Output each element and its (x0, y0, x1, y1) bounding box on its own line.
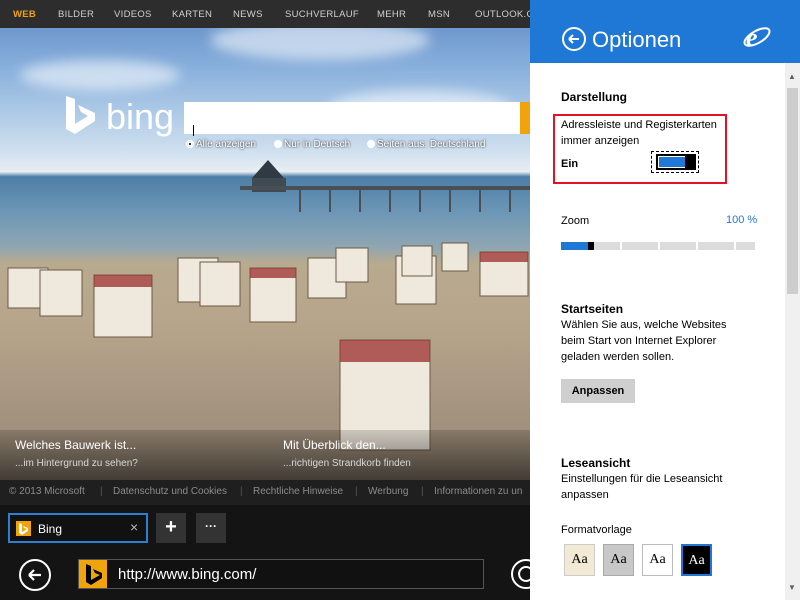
scrollbar-thumb[interactable] (787, 88, 798, 294)
zoom-slider-fill (561, 242, 590, 250)
radio-seiten-aus-deutschland[interactable]: Seiten aus: Deutschland (367, 139, 485, 150)
arrow-left-icon (568, 34, 579, 44)
reading-style-white[interactable]: Aa (642, 544, 673, 576)
toggle-knob[interactable] (685, 154, 696, 170)
startseiten-heading: Startseiten (561, 302, 624, 316)
arrow-left-icon (28, 569, 41, 581)
bing-top-nav: WEB BILDER VIDEOS KARTEN NEWS SUCHVERLAU… (0, 0, 530, 28)
tab-label: Bing (38, 522, 63, 536)
anpassen-button[interactable]: Anpassen (561, 379, 635, 403)
nav-mehr[interactable]: MEHR (377, 9, 406, 20)
zoom-value: 100 % (726, 214, 758, 226)
scroll-down-icon[interactable]: ▼ (788, 583, 796, 592)
startseiten-description: Wählen Sie aus, welche Websites beim Sta… (561, 319, 727, 363)
scroll-up-icon[interactable]: ▲ (788, 72, 796, 81)
bing-wordmark: bing (106, 96, 175, 137)
footer-separator: | (100, 486, 103, 497)
url-text[interactable]: http://www.bing.com/ (118, 566, 256, 583)
footer-link-werbung[interactable]: Werbung (368, 486, 408, 497)
zoom-slider-thumb[interactable] (588, 242, 594, 250)
leseansicht-description: Einstellungen für die Leseansicht anpass… (561, 473, 723, 501)
search-input[interactable] (184, 102, 520, 134)
reading-style-black[interactable]: Aa (681, 544, 712, 576)
footer-separator: | (355, 486, 358, 497)
footer-separator: | (421, 486, 424, 497)
options-back-button[interactable] (562, 27, 586, 51)
footer-link-informationen[interactable]: Informationen zu un (434, 486, 522, 497)
tab-tools-button[interactable]: ··· (196, 513, 226, 543)
radio-alle-anzeigen[interactable]: Alle anzeigen (186, 139, 256, 150)
nav-suchverlauf[interactable]: SUCHVERLAUF (285, 9, 359, 20)
caption-2-title[interactable]: Mit Überblick den... (283, 438, 386, 452)
browser-page: WEB BILDER VIDEOS KARTEN NEWS SUCHVERLAU… (0, 0, 530, 505)
nav-msn[interactable]: MSN (428, 9, 450, 20)
nav-news[interactable]: NEWS (233, 9, 263, 20)
leseansicht-heading: Leseansicht (561, 456, 631, 470)
bing-footer: © 2013 Microsoft | Datenschutz und Cooki… (0, 480, 530, 505)
setting-address-bar-text: Adressleiste und Registerkarten immer an… (561, 119, 717, 147)
footer-separator: | (240, 486, 243, 497)
footer-copyright: © 2013 Microsoft (9, 486, 85, 497)
zoom-label: Zoom (561, 215, 590, 227)
internet-explorer-logo-icon: e (743, 23, 771, 52)
darstellung-heading: Darstellung (561, 90, 628, 104)
formatvorlage-label: Formatvorlage (561, 524, 632, 536)
tab-close-icon[interactable]: × (130, 519, 138, 535)
bing-logo-icon (66, 96, 95, 134)
nav-bilder[interactable]: BILDER (58, 9, 94, 20)
search-button[interactable] (520, 102, 530, 134)
footer-link-datenschutz[interactable]: Datenschutz und Cookies (113, 486, 227, 497)
reading-style-gray[interactable]: Aa (603, 544, 634, 576)
back-button[interactable] (19, 559, 51, 591)
caption-1-title[interactable]: Welches Bauwerk ist... (15, 438, 136, 452)
options-title: Optionen (592, 27, 682, 52)
radio-nur-in-deutsch[interactable]: Nur in Deutsch (274, 139, 350, 150)
toggle-fill (659, 157, 685, 167)
reading-style-sepia[interactable]: Aa (564, 544, 595, 576)
nav-videos[interactable]: VIDEOS (114, 9, 152, 20)
caption-1-subtitle[interactable]: ...im Hintergrund zu sehen? (15, 458, 138, 469)
nav-karten[interactable]: KARTEN (172, 9, 212, 20)
nav-outlook[interactable]: OUTLOOK.COM (475, 9, 530, 20)
caption-2-subtitle[interactable]: ...richtigen Strandkorb finden (283, 458, 411, 469)
toggle-state-label: Ein (561, 158, 579, 170)
options-panel: Optionen e Darstellung Adressleiste und … (530, 0, 800, 600)
new-tab-button[interactable]: + (156, 513, 186, 543)
site-favicon-icon (79, 560, 107, 588)
footer-link-rechtliche-hinweise[interactable]: Rechtliche Hinweise (253, 486, 343, 497)
text-cursor (193, 125, 194, 136)
bing-favicon-icon (16, 521, 31, 536)
nav-web[interactable]: WEB (13, 9, 36, 20)
